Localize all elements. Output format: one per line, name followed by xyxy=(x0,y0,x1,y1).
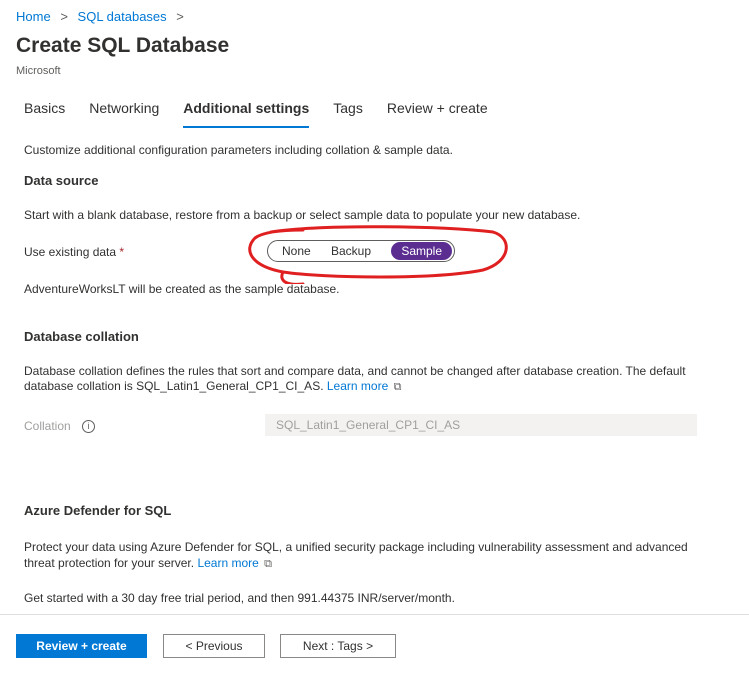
collation-label-text: Collation xyxy=(24,419,71,433)
data-source-heading: Data source xyxy=(24,173,99,188)
footer-divider xyxy=(0,614,749,615)
collation-heading: Database collation xyxy=(24,329,139,344)
external-link-icon: ⧉ xyxy=(393,381,402,393)
option-backup[interactable]: Backup xyxy=(331,244,371,258)
tab-tags[interactable]: Tags xyxy=(333,100,363,128)
tab-review-create[interactable]: Review + create xyxy=(387,100,488,128)
defender-description-text: Protect your data using Azure Defender f… xyxy=(24,540,688,570)
page-subtitle: Microsoft xyxy=(16,65,61,77)
defender-learn-more-link[interactable]: Learn more xyxy=(197,556,258,570)
next-tags-button[interactable]: Next : Tags > xyxy=(280,634,396,658)
use-existing-data-toggle: None Backup Sample xyxy=(267,240,455,262)
option-none[interactable]: None xyxy=(282,244,311,258)
tab-additional-settings[interactable]: Additional settings xyxy=(183,100,310,128)
use-existing-data-label: Use existing data * xyxy=(24,245,124,259)
info-icon[interactable]: i xyxy=(82,420,96,434)
external-link-icon: ⧉ xyxy=(264,558,273,570)
collation-field: SQL_Latin1_General_CP1_CI_AS xyxy=(265,414,697,436)
tab-bar: Basics Networking Additional settings Ta… xyxy=(24,100,512,128)
data-source-description: Start with a blank database, restore fro… xyxy=(24,208,581,222)
tab-networking[interactable]: Networking xyxy=(89,100,159,128)
sample-note: AdventureWorksLT will be created as the … xyxy=(24,282,340,296)
collation-learn-more-link[interactable]: Learn more xyxy=(327,379,388,393)
previous-button[interactable]: < Previous xyxy=(163,634,265,658)
breadcrumb-separator: > xyxy=(176,9,184,24)
breadcrumb-separator: > xyxy=(60,9,68,24)
required-mark: * xyxy=(119,245,125,259)
defender-trial-text: Get started with a 30 day free trial per… xyxy=(24,591,455,605)
breadcrumb-sql-databases-link[interactable]: SQL databases xyxy=(78,9,167,24)
review-create-button[interactable]: Review + create xyxy=(16,634,147,658)
defender-heading: Azure Defender for SQL xyxy=(24,503,172,518)
page-title: Create SQL Database xyxy=(16,34,230,57)
collation-description: Database collation defines the rules tha… xyxy=(24,364,704,395)
intro-text: Customize additional configuration param… xyxy=(24,143,453,157)
collation-label: Collation i xyxy=(24,419,96,434)
breadcrumb: Home > SQL databases > xyxy=(16,9,190,24)
breadcrumb-home-link[interactable]: Home xyxy=(16,9,51,24)
defender-description: Protect your data using Azure Defender f… xyxy=(24,539,704,572)
use-existing-data-label-text: Use existing data xyxy=(24,245,117,259)
option-sample[interactable]: Sample xyxy=(391,242,452,260)
tab-basics[interactable]: Basics xyxy=(24,100,65,128)
